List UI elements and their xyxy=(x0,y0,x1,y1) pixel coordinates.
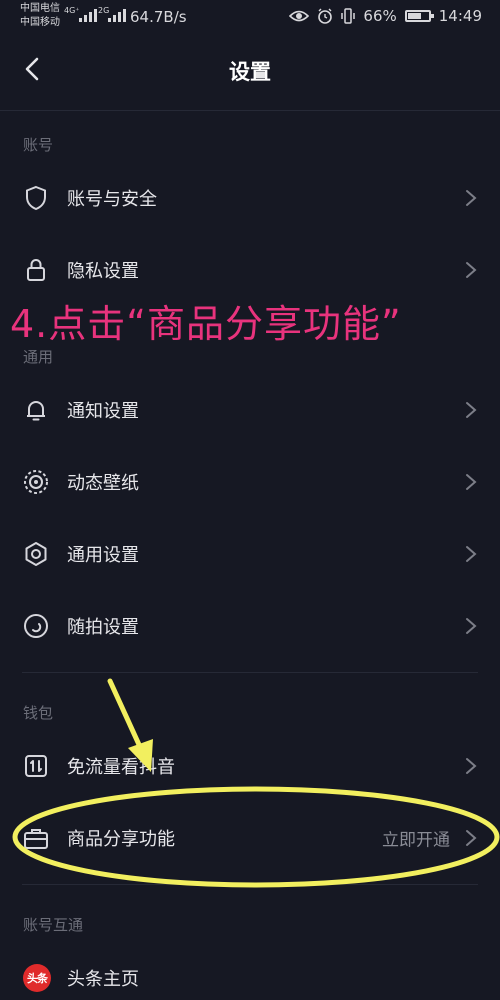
page-title: 设置 xyxy=(229,60,271,84)
bell-icon xyxy=(27,401,45,421)
vibrate-icon xyxy=(341,8,356,24)
carrier-info: 中国电信 中国移动 xyxy=(20,2,60,30)
signal-icon xyxy=(108,8,126,22)
chevron-right-icon xyxy=(466,758,477,774)
lock-icon xyxy=(27,259,45,281)
chevron-right-icon xyxy=(466,262,477,278)
battery-percent: 66% xyxy=(363,7,397,25)
row-label: 通用设置 xyxy=(67,545,139,566)
battery-icon xyxy=(404,10,434,22)
row-label: 头条主页 xyxy=(67,969,139,990)
chevron-right-icon xyxy=(466,830,477,846)
status-bar: 中国电信 中国移动 4G⁺ 2G 64.7B/s 66% 14:49 xyxy=(0,0,500,36)
chevron-right-icon xyxy=(466,190,477,206)
settings-row-account-security[interactable]: 账号与安全 xyxy=(0,168,500,228)
signal-icon xyxy=(79,8,97,22)
nav-bar: 设置 xyxy=(0,40,500,100)
chevron-right-icon xyxy=(466,402,477,418)
row-label: 隐私设置 xyxy=(67,261,139,282)
settings-row-quick-shoot[interactable]: 随拍设置 xyxy=(0,596,500,656)
wallpaper-icon xyxy=(24,470,48,494)
tutorial-instruction: 4.点击“商品分享功能” xyxy=(10,302,402,346)
camera-icon xyxy=(24,614,48,638)
data-icon xyxy=(25,755,47,777)
settings-row-privacy[interactable]: 隐私设置 xyxy=(0,240,500,300)
shield-icon xyxy=(26,185,46,211)
header-divider xyxy=(0,110,500,111)
section-label-general: 通用 xyxy=(23,348,54,366)
battery-level xyxy=(407,13,421,19)
carrier-1: 中国电信 xyxy=(20,3,60,14)
settings-row-live-wallpaper[interactable]: 动态壁纸 xyxy=(0,452,500,512)
alarm-icon xyxy=(318,8,333,24)
section-divider xyxy=(22,884,478,885)
settings-row-toutiao[interactable]: 头条 头条主页 xyxy=(0,948,500,1000)
network-type-1: 4G⁺ xyxy=(64,6,80,15)
row-label: 通知设置 xyxy=(67,401,139,422)
row-label: 动态壁纸 xyxy=(67,473,139,494)
settings-row-product-sharing[interactable]: 商品分享功能 立即开通 xyxy=(0,808,500,868)
network-speed: 64.7B/s xyxy=(130,8,187,26)
row-label: 商品分享功能 xyxy=(67,829,175,850)
activate-now-link[interactable]: 立即开通 xyxy=(382,826,450,851)
settings-row-free-data[interactable]: 免流量看抖音 xyxy=(0,736,500,796)
section-label-account: 账号 xyxy=(23,136,54,154)
section-label-wallet: 钱包 xyxy=(23,704,54,722)
carrier-2: 中国移动 xyxy=(20,17,60,28)
clock: 14:49 xyxy=(438,7,482,25)
chevron-right-icon xyxy=(466,546,477,562)
eye-icon xyxy=(289,10,310,22)
row-label: 免流量看抖音 xyxy=(67,757,175,778)
chevron-right-icon xyxy=(466,618,477,634)
section-label-linked-accounts: 账号互通 xyxy=(23,916,84,934)
settings-row-general-settings[interactable]: 通用设置 xyxy=(0,524,500,584)
status-right: 66% 14:49 xyxy=(289,7,482,25)
row-label: 账号与安全 xyxy=(67,189,157,210)
row-label: 随拍设置 xyxy=(67,617,139,638)
chevron-right-icon xyxy=(466,474,477,490)
settings-row-notifications[interactable]: 通知设置 xyxy=(0,380,500,440)
gear-icon xyxy=(25,542,47,566)
section-divider xyxy=(22,672,478,673)
toutiao-icon: 头条 xyxy=(23,964,51,992)
settings-screen: 中国电信 中国移动 4G⁺ 2G 64.7B/s 66% 14:49 设置 账号… xyxy=(0,0,500,1000)
briefcase-icon xyxy=(24,829,48,849)
